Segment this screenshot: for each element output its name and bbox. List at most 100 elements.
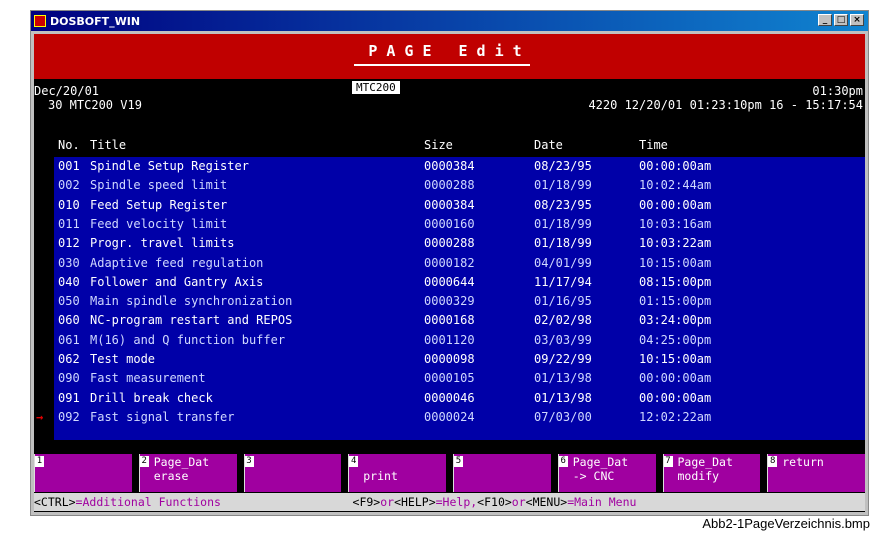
cell-time: 00:00:00am <box>639 159 712 173</box>
fkey-label-line1: return <box>782 455 824 469</box>
table-row[interactable]: 030 Adaptive feed regulation 0000182 04/01/… <box>54 256 865 273</box>
cell-time: 10:03:22am <box>639 236 712 251</box>
cell-no: 091 <box>58 390 80 405</box>
status-key-ctrl: <CTRL> <box>34 495 76 509</box>
cell-size: 0000098 <box>424 352 475 366</box>
title-underline <box>354 64 530 66</box>
cell-date: 08/23/95 <box>534 159 592 173</box>
cell-time: 08:15:00pm <box>639 274 712 289</box>
cell-title: Fast signal transfer <box>90 409 235 424</box>
table-row[interactable]: 050 Main spindle synchronization 0000329 01… <box>54 294 865 311</box>
dos-window: DOSBOFT_WIN _ □ × PAGE Edit Dec/20/01 MT… <box>30 10 869 516</box>
cell-no: 011 <box>58 216 80 231</box>
cell-title: Feed Setup Register <box>90 197 228 212</box>
system-version: 30 MTC200 V19 <box>48 98 142 112</box>
fkey-f4-button[interactable]: 4 print <box>348 454 446 492</box>
cell-title: Feed velocity limit <box>90 216 228 231</box>
fkey-f7-button[interactable]: 7 Page_Dat modify <box>662 454 761 492</box>
table-row[interactable]: 010 Feed Setup Register 0000384 08/23/95 00:… <box>54 198 865 215</box>
cell-no: 050 <box>58 294 80 309</box>
cell-time: 03:24:00pm <box>639 313 712 328</box>
table-row[interactable]: → 092 Fast signal transfer 0000024 07/03/00 1… <box>36 409 865 427</box>
cell-no: 060 <box>58 313 80 328</box>
fkey-f1-button[interactable]: 1 <box>34 454 132 492</box>
cell-date: 01/18/99 <box>534 178 592 193</box>
cell-no: 090 <box>58 371 80 386</box>
status-key-f9: <F9> <box>352 495 381 509</box>
cell-time: 10:15:00am <box>639 352 712 366</box>
cell-no: 062 <box>58 352 80 366</box>
table-row[interactable]: 061 M(16) and Q function buffer 0001120 03/… <box>54 333 865 350</box>
minimize-button[interactable]: _ <box>818 14 832 26</box>
cell-title: Spindle Setup Register <box>90 159 249 173</box>
cell-no: 092 <box>58 409 80 424</box>
cell-date: 08/23/95 <box>534 197 592 212</box>
fkey-f2-button[interactable]: 2 Page_Dat erase <box>138 454 237 492</box>
cell-date: 01/18/99 <box>534 236 592 251</box>
fkey-f8-button[interactable]: 8 return <box>767 454 865 492</box>
header-date: Dec/20/01 <box>34 84 100 98</box>
status-key-menu: <MENU> <box>525 495 568 509</box>
col-header-date: Date <box>534 138 563 152</box>
fkey-number: 1 <box>35 456 44 467</box>
table-row[interactable]: 091 Drill break check 0000046 01/13/98 00:00… <box>54 391 865 408</box>
system-info: 4220 12/20/01 01:23:10pm 16 - 15:17:54 <box>588 98 863 112</box>
fkey-f6-button[interactable]: 6 Page_Dat -> CNC <box>557 454 656 492</box>
table-row[interactable]: 060 NC-program restart and REPOS 0000168 02… <box>54 313 865 330</box>
cell-size: 0000288 <box>424 236 475 251</box>
cell-time: 01:15:00pm <box>639 294 712 309</box>
table-row[interactable]: 090 Fast measurement 0000105 01/13/98 00:00:… <box>54 371 865 388</box>
cell-time: 10:02:44am <box>639 178 712 193</box>
cell-size: 0000105 <box>424 371 475 386</box>
fkey-label-line2: modify <box>677 469 720 483</box>
cell-time: 10:15:00am <box>639 255 712 270</box>
cell-size: 0000644 <box>424 274 475 289</box>
cell-time: 12:02:22am <box>639 409 712 424</box>
table-row[interactable]: 062 Test mode 0000098 09/22/99 10:15:00am <box>54 352 865 369</box>
col-header-no: No. <box>58 138 80 152</box>
cell-date: 01/18/99 <box>534 216 592 231</box>
cell-time: 00:00:00am <box>639 390 712 405</box>
col-header-title: Title <box>90 138 127 152</box>
col-header-size: Size <box>424 138 453 152</box>
cell-size: 0000288 <box>424 178 475 193</box>
table-row[interactable]: 012 Progr. travel limits 0000288 01/18/99 10… <box>54 236 865 253</box>
fkey-f3-button[interactable]: 3 <box>243 454 342 492</box>
cell-size: 0000182 <box>424 255 475 270</box>
page-title: PAGE Edit <box>368 42 531 60</box>
table-row[interactable]: 011 Feed velocity limit 0000160 01/18/99 10:… <box>54 217 865 234</box>
table-row[interactable]: 001 Spindle Setup Register 0000384 08/23/95… <box>54 159 865 176</box>
table-row[interactable]: 002 Spindle speed limit 0000288 01/18/99 10:… <box>54 178 865 195</box>
selection-arrow-icon: → <box>36 409 44 424</box>
table-row[interactable]: 040 Follower and Gantry Axis 0000644 11/17/… <box>54 275 865 292</box>
terminal-screen: PAGE Edit Dec/20/01 MTC200 01:30pm 30 MT… <box>34 34 865 512</box>
cell-title: NC-program restart and REPOS <box>90 313 293 328</box>
fkey-label-line1: Page_Dat <box>153 455 210 469</box>
fkey-f5-button[interactable]: 5 <box>453 454 551 492</box>
page-list: 001 Spindle Setup Register 0000384 08/23/95… <box>36 157 865 440</box>
fkey-number: 4 <box>349 456 359 467</box>
cell-time: 04:25:00pm <box>639 332 712 347</box>
fkey-label-line2: print <box>363 469 398 483</box>
cell-no: 012 <box>58 236 80 251</box>
fkey-number: 8 <box>768 456 778 467</box>
page-banner: PAGE Edit <box>34 34 865 79</box>
fkey-number: 2 <box>139 456 149 467</box>
fkey-label-line2: erase <box>153 469 189 483</box>
cell-title: Adaptive feed regulation <box>90 255 264 270</box>
fkey-number: 5 <box>454 456 463 467</box>
window-titlebar: DOSBOFT_WIN _ □ × <box>31 11 868 31</box>
cell-no: 040 <box>58 274 80 289</box>
cell-title: Progr. travel limits <box>90 236 235 251</box>
cell-date: 03/03/99 <box>534 332 592 347</box>
fkey-label-line1: Page_Dat <box>572 455 629 469</box>
cell-title: Drill break check <box>90 390 213 405</box>
cell-size: 0000384 <box>424 197 475 212</box>
cell-size: 0000046 <box>424 390 475 405</box>
close-button[interactable]: × <box>850 14 864 26</box>
status-text-or1: or <box>380 495 395 509</box>
cell-no: 010 <box>58 197 80 212</box>
cell-title: Fast measurement <box>90 371 206 386</box>
header-time: 01:30pm <box>812 84 863 98</box>
maximize-button[interactable]: □ <box>834 14 848 26</box>
